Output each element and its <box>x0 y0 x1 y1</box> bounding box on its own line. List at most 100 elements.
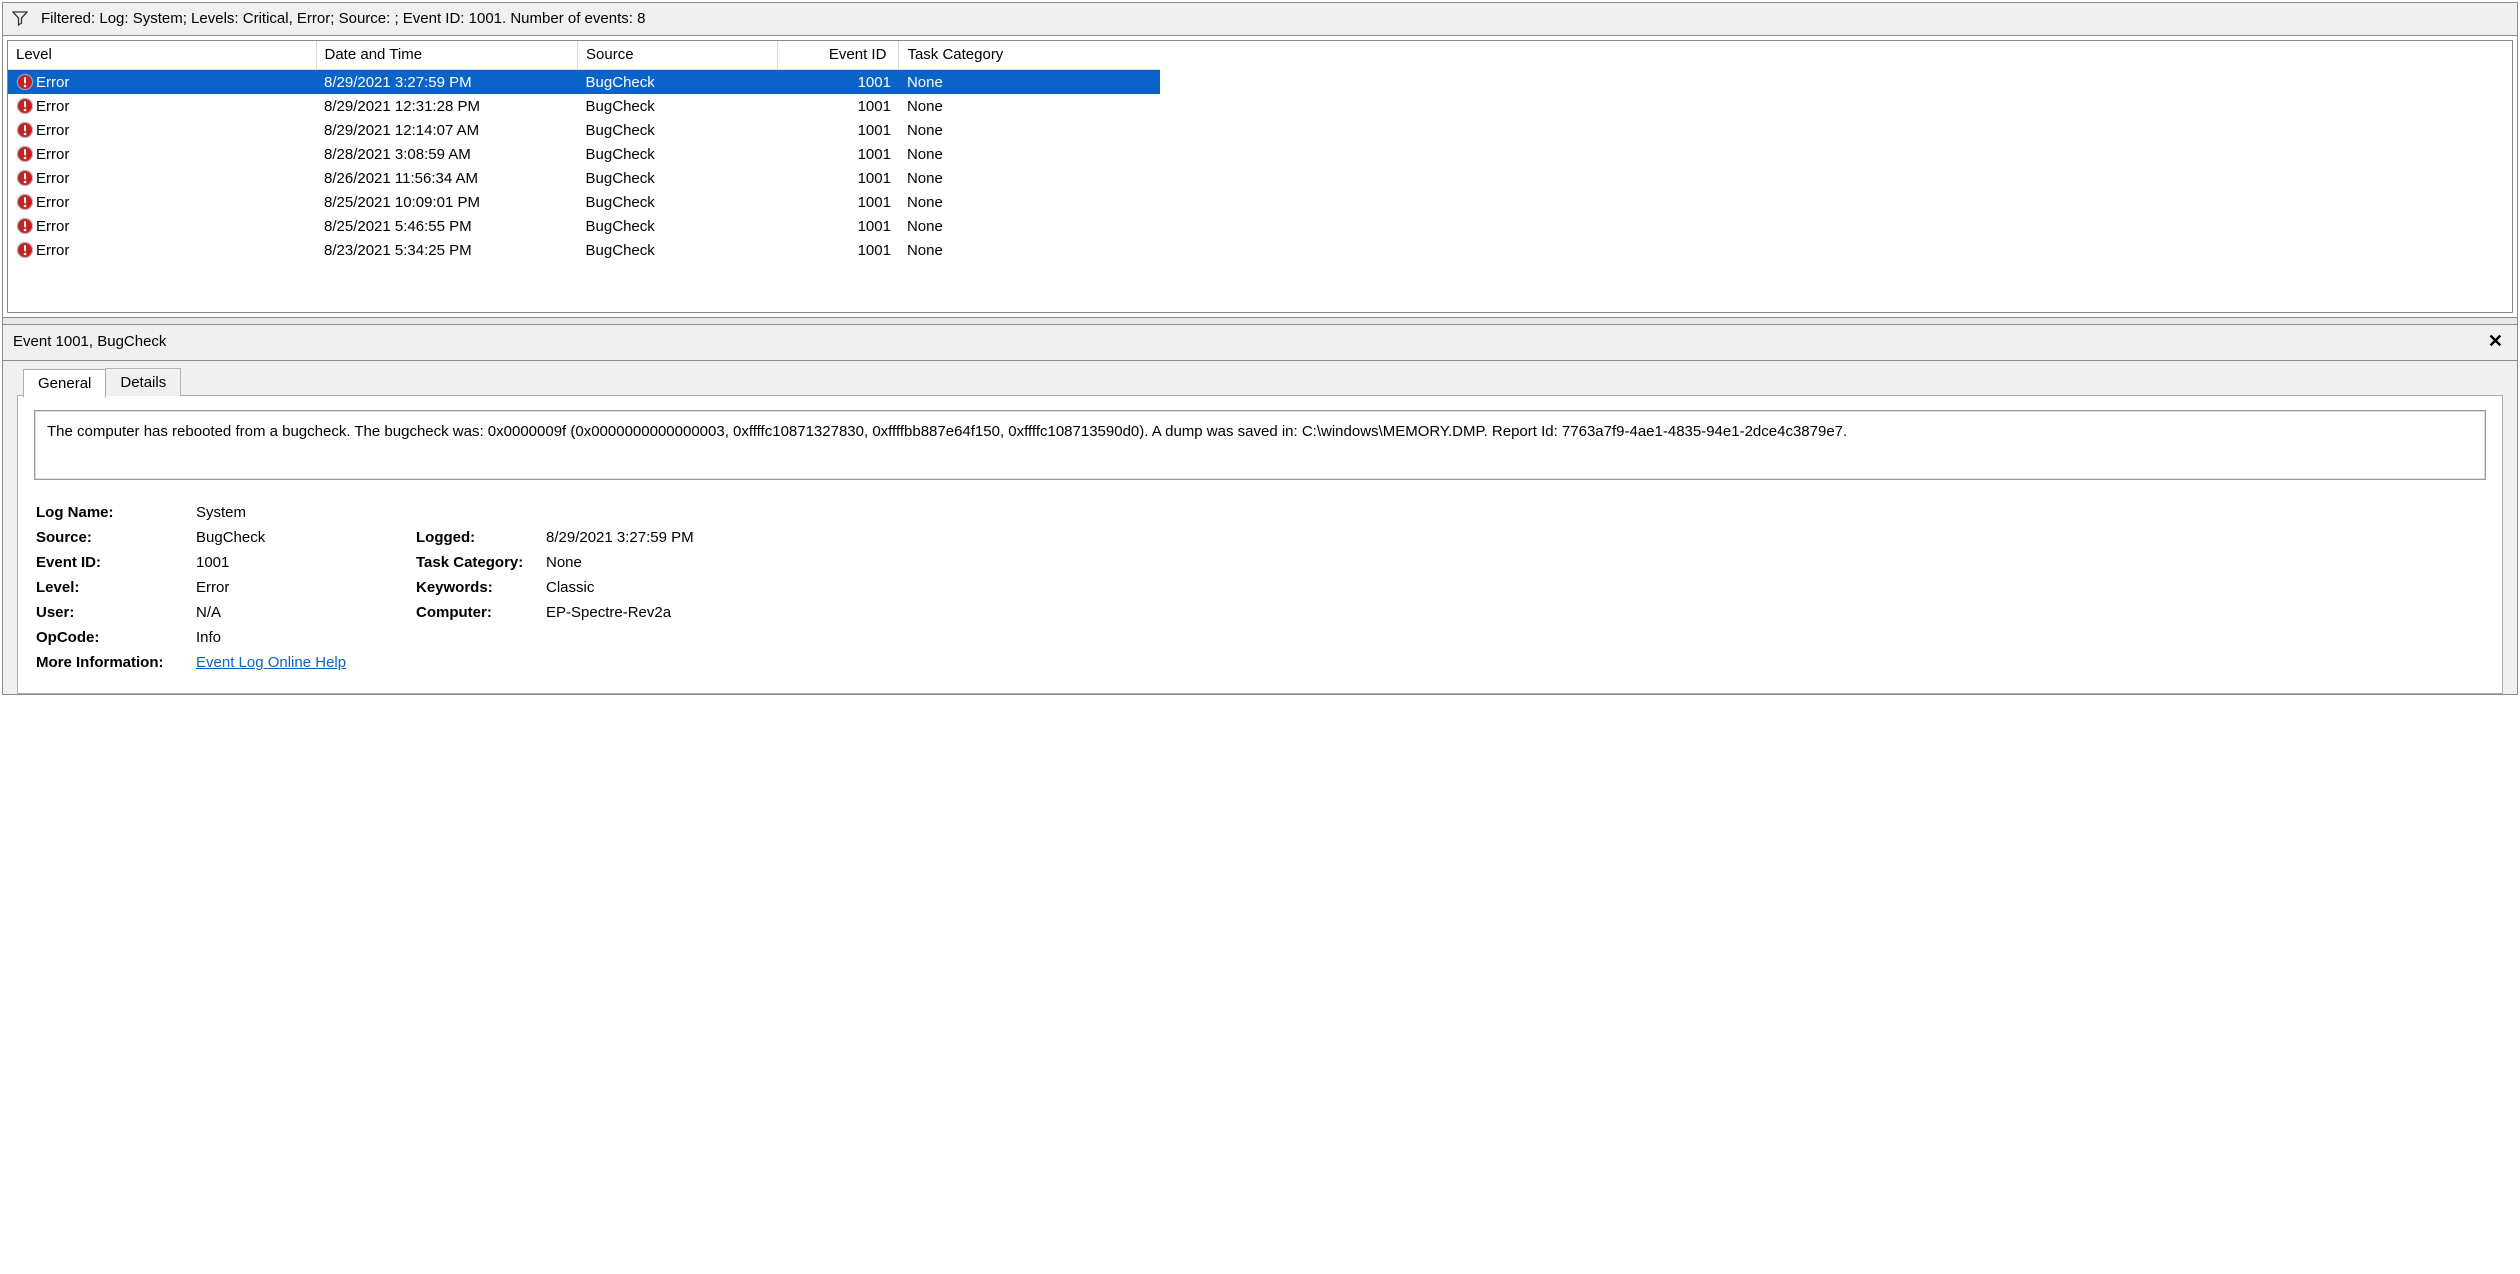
cell-source: BugCheck <box>578 94 778 118</box>
error-icon <box>16 217 34 235</box>
cell-level: Error <box>36 74 69 91</box>
cell-level: Error <box>36 170 69 187</box>
label-event-id: Event ID: <box>36 554 194 571</box>
event-table-wrap: Level Date and Time Source Event ID Task… <box>7 40 2513 313</box>
cell-taskcat: None <box>899 238 1160 262</box>
cell-eventid: 1001 <box>778 190 899 214</box>
event-viewer-pane: Filtered: Log: System; Levels: Critical,… <box>2 2 2518 695</box>
label-task-category: Task Category: <box>416 554 544 571</box>
value-task-category: None <box>546 554 866 571</box>
cell-level: Error <box>36 98 69 115</box>
cell-taskcat: None <box>899 94 1160 118</box>
table-row[interactable]: Error 8/29/2021 12:31:28 PMBugCheck1001No… <box>8 94 1160 118</box>
label-user: User: <box>36 604 194 621</box>
cell-datetime: 8/29/2021 12:14:07 AM <box>316 118 578 142</box>
cell-source: BugCheck <box>578 142 778 166</box>
cell-datetime: 8/29/2021 3:27:59 PM <box>316 70 578 95</box>
cell-source: BugCheck <box>578 118 778 142</box>
cell-eventid: 1001 <box>778 166 899 190</box>
table-row[interactable]: Error 8/29/2021 12:14:07 AMBugCheck1001No… <box>8 118 1160 142</box>
cell-level: Error <box>36 194 69 211</box>
cell-eventid: 1001 <box>778 94 899 118</box>
cell-taskcat: None <box>899 214 1160 238</box>
event-description[interactable]: The computer has rebooted from a bugchec… <box>34 410 2486 480</box>
label-source: Source: <box>36 529 194 546</box>
cell-level: Error <box>36 122 69 139</box>
value-log-name: System <box>196 504 414 521</box>
cell-level: Error <box>36 146 69 163</box>
col-taskcat[interactable]: Task Category <box>899 41 1160 70</box>
col-datetime[interactable]: Date and Time <box>316 41 578 70</box>
pane-splitter[interactable] <box>3 317 2517 325</box>
close-icon[interactable]: ✕ <box>2484 331 2507 352</box>
error-icon <box>16 241 34 259</box>
cell-eventid: 1001 <box>778 118 899 142</box>
filter-summary: Filtered: Log: System; Levels: Critical,… <box>41 10 645 27</box>
cell-eventid: 1001 <box>778 238 899 262</box>
cell-taskcat: None <box>899 70 1160 95</box>
table-empty-space <box>8 262 2512 312</box>
label-opcode: OpCode: <box>36 629 194 646</box>
cell-datetime: 8/23/2021 5:34:25 PM <box>316 238 578 262</box>
cell-eventid: 1001 <box>778 214 899 238</box>
label-more-info: More Information: <box>36 654 194 671</box>
more-info-link[interactable]: Event Log Online Help <box>196 654 346 671</box>
tab-details[interactable]: Details <box>105 368 181 396</box>
cell-datetime: 8/28/2021 3:08:59 AM <box>316 142 578 166</box>
cell-datetime: 8/29/2021 12:31:28 PM <box>316 94 578 118</box>
value-logged: 8/29/2021 3:27:59 PM <box>546 529 866 546</box>
label-level: Level: <box>36 579 194 596</box>
detail-tabs: General Details <box>23 367 2503 395</box>
cell-datetime: 8/26/2021 11:56:34 AM <box>316 166 578 190</box>
error-icon <box>16 73 34 91</box>
col-source[interactable]: Source <box>578 41 778 70</box>
label-logged: Logged: <box>416 529 544 546</box>
col-eventid[interactable]: Event ID <box>778 41 899 70</box>
error-icon <box>16 121 34 139</box>
cell-datetime: 8/25/2021 5:46:55 PM <box>316 214 578 238</box>
column-headers[interactable]: Level Date and Time Source Event ID Task… <box>8 41 1160 70</box>
cell-taskcat: None <box>899 118 1160 142</box>
cell-datetime: 8/25/2021 10:09:01 PM <box>316 190 578 214</box>
label-computer: Computer: <box>416 604 544 621</box>
table-row[interactable]: Error 8/28/2021 3:08:59 AMBugCheck1001Non… <box>8 142 1160 166</box>
detail-title: Event 1001, BugCheck <box>13 333 166 350</box>
cell-source: BugCheck <box>578 214 778 238</box>
table-row[interactable]: Error 8/25/2021 10:09:01 PMBugCheck1001No… <box>8 190 1160 214</box>
value-level: Error <box>196 579 414 596</box>
cell-taskcat: None <box>899 142 1160 166</box>
table-row[interactable]: Error 8/29/2021 3:27:59 PMBugCheck1001Non… <box>8 70 1160 95</box>
value-event-id: 1001 <box>196 554 414 571</box>
cell-level: Error <box>36 218 69 235</box>
event-detail-pane: Event 1001, BugCheck ✕ General Details T… <box>3 325 2517 694</box>
value-user: N/A <box>196 604 414 621</box>
error-icon <box>16 145 34 163</box>
table-row[interactable]: Error 8/25/2021 5:46:55 PMBugCheck1001Non… <box>8 214 1160 238</box>
label-log-name: Log Name: <box>36 504 194 521</box>
cell-source: BugCheck <box>578 70 778 95</box>
value-computer: EP-Spectre-Rev2a <box>546 604 866 621</box>
cell-source: BugCheck <box>578 190 778 214</box>
cell-level: Error <box>36 242 69 259</box>
error-icon <box>16 169 34 187</box>
table-row[interactable]: Error 8/26/2021 11:56:34 AMBugCheck1001No… <box>8 166 1160 190</box>
value-keywords: Classic <box>546 579 866 596</box>
tab-general[interactable]: General <box>23 369 106 398</box>
cell-source: BugCheck <box>578 166 778 190</box>
cell-taskcat: None <box>899 166 1160 190</box>
cell-source: BugCheck <box>578 238 778 262</box>
cell-eventid: 1001 <box>778 142 899 166</box>
table-row[interactable]: Error 8/23/2021 5:34:25 PMBugCheck1001Non… <box>8 238 1160 262</box>
label-keywords: Keywords: <box>416 579 544 596</box>
value-source: BugCheck <box>196 529 414 546</box>
event-table[interactable]: Level Date and Time Source Event ID Task… <box>8 41 1160 262</box>
event-properties: Log Name: System Source: BugCheck Logged… <box>36 504 2486 671</box>
filter-icon[interactable] <box>11 9 29 27</box>
cell-eventid: 1001 <box>778 70 899 95</box>
error-icon <box>16 97 34 115</box>
error-icon <box>16 193 34 211</box>
value-opcode: Info <box>196 629 414 646</box>
cell-taskcat: None <box>899 190 1160 214</box>
filter-bar: Filtered: Log: System; Levels: Critical,… <box>3 3 2517 36</box>
col-level[interactable]: Level <box>8 41 316 70</box>
